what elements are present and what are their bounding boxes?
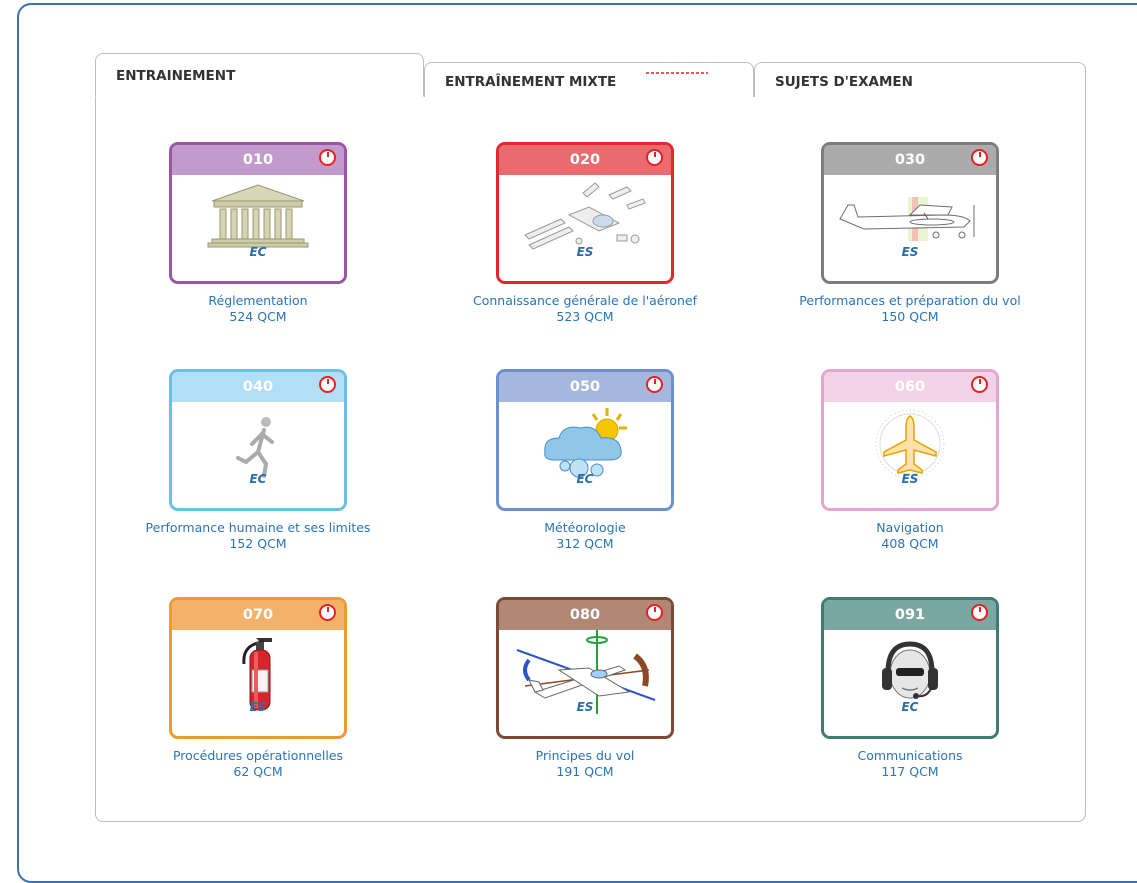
module-count: 152 QCM xyxy=(229,536,287,551)
module-code: 091 xyxy=(824,600,996,630)
module-card[interactable]: 010 EC xyxy=(169,142,347,284)
module-020[interactable]: 020 ES Connaissance générale de l'aérone… xyxy=(455,142,715,324)
module-091[interactable]: 091 EC Communications 117 QCM xyxy=(780,597,1040,779)
module-count: 408 QCM xyxy=(881,536,939,551)
module-count: 62 QCM xyxy=(233,764,283,779)
module-code: 070 xyxy=(172,600,344,630)
module-count: 523 QCM xyxy=(556,309,614,324)
tab-decoration xyxy=(646,72,708,74)
timer-icon[interactable] xyxy=(971,604,988,621)
module-card[interactable]: 020 ES xyxy=(496,142,674,284)
module-code: 010 xyxy=(172,145,344,175)
module-code: 020 xyxy=(499,145,671,175)
module-080[interactable]: 080 ES Principes du vol 191 QCM xyxy=(455,597,715,779)
timer-icon[interactable] xyxy=(971,149,988,166)
module-060[interactable]: 060 ES Navigation 408 QCM xyxy=(780,369,1040,551)
module-title[interactable]: Réglementation xyxy=(128,293,388,309)
module-badge: EC xyxy=(901,700,919,714)
module-card[interactable]: 091 EC xyxy=(821,597,999,739)
tab-entrainement-mixte[interactable]: ENTRAÎNEMENT MIXTE xyxy=(424,62,754,97)
module-070[interactable]: 070 ES Procédures opérationnelles 62 QCM xyxy=(128,597,388,779)
module-count: 117 QCM xyxy=(881,764,939,779)
module-count: 312 QCM xyxy=(556,536,614,551)
module-badge: EC xyxy=(249,245,267,259)
timer-icon[interactable] xyxy=(646,604,663,621)
timer-icon[interactable] xyxy=(971,376,988,393)
module-title[interactable]: Procédures opérationnelles xyxy=(128,748,388,764)
module-badge: ES xyxy=(901,245,919,259)
module-card[interactable]: 030 ES xyxy=(821,142,999,284)
module-code: 040 xyxy=(172,372,344,402)
tab-label: SUJETS D'EXAMEN xyxy=(775,74,913,90)
module-code: 030 xyxy=(824,145,996,175)
timer-icon[interactable] xyxy=(646,149,663,166)
timer-icon[interactable] xyxy=(319,376,336,393)
module-count: 191 QCM xyxy=(556,764,614,779)
module-040[interactable]: 040 EC Performance humaine et ses limite… xyxy=(128,369,388,551)
timer-icon[interactable] xyxy=(319,604,336,621)
module-badge: ES xyxy=(249,700,267,714)
timer-icon[interactable] xyxy=(319,149,336,166)
module-code: 080 xyxy=(499,600,671,630)
module-count: 524 QCM xyxy=(229,309,287,324)
module-title[interactable]: Météorologie xyxy=(455,520,715,536)
module-050[interactable]: 050 EC Météorologie 312 QCM xyxy=(455,369,715,551)
tab-sujets-examen[interactable]: SUJETS D'EXAMEN xyxy=(754,62,1086,97)
tab-label: ENTRAÎNEMENT MIXTE xyxy=(445,74,617,90)
module-card[interactable]: 060 ES xyxy=(821,369,999,511)
module-badge: ES xyxy=(576,700,594,714)
module-title[interactable]: Communications xyxy=(780,748,1040,764)
module-title[interactable]: Performances et préparation du vol xyxy=(780,293,1040,309)
module-title[interactable]: Performance humaine et ses limites xyxy=(128,520,388,536)
module-badge: EC xyxy=(576,472,594,486)
module-title[interactable]: Principes du vol xyxy=(455,748,715,764)
tab-entrainement[interactable]: ENTRAINEMENT xyxy=(95,53,424,97)
module-count: 150 QCM xyxy=(881,309,939,324)
module-badge: ES xyxy=(901,472,919,486)
module-badge: EC xyxy=(249,472,267,486)
module-card[interactable]: 040 EC xyxy=(169,369,347,511)
module-card[interactable]: 050 EC xyxy=(496,369,674,511)
tab-label: ENTRAINEMENT xyxy=(116,68,236,84)
module-030[interactable]: 030 ES Performances et préparation du vo… xyxy=(780,142,1040,324)
timer-icon[interactable] xyxy=(646,376,663,393)
module-code: 050 xyxy=(499,372,671,402)
module-card[interactable]: 070 ES xyxy=(169,597,347,739)
module-title[interactable]: Navigation xyxy=(780,520,1040,536)
module-title[interactable]: Connaissance générale de l'aéronef xyxy=(455,293,715,309)
module-code: 060 xyxy=(824,372,996,402)
module-010[interactable]: 010 EC Réglementation 524 QCM xyxy=(128,142,388,324)
module-badge: ES xyxy=(576,245,594,259)
module-card[interactable]: 080 ES xyxy=(496,597,674,739)
